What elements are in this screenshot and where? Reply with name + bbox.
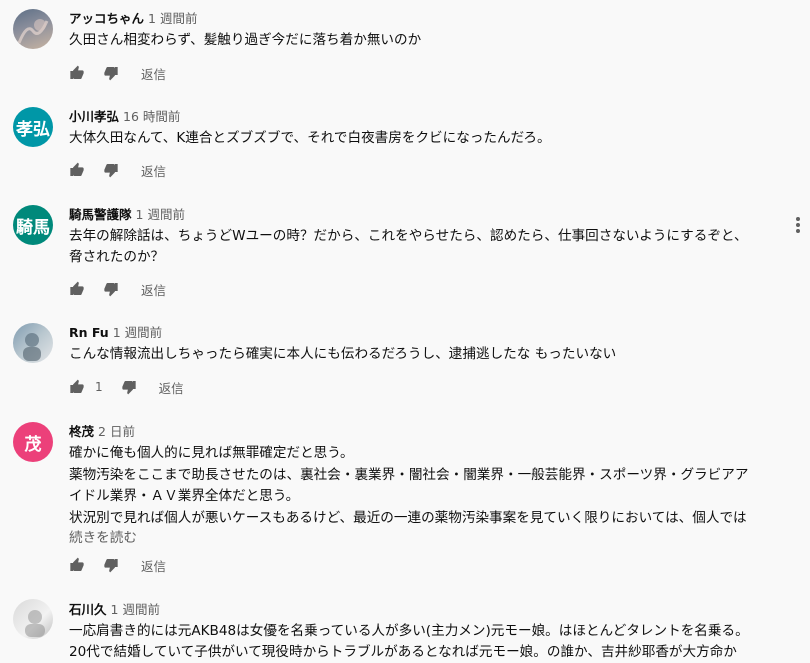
avatar[interactable] [13,9,53,49]
avatar[interactable] [13,599,53,639]
comment-line: 去年の解除話は、ちょうどWユーの時？だから、これをやらせたら、認めたら、仕事回さ… [69,228,748,244]
thumb-down-icon[interactable] [103,281,119,297]
comment-author[interactable]: 騎馬警護隊 [69,207,132,222]
avatar-photo-icon [17,19,49,44]
thumb-up-icon[interactable] [69,162,85,178]
thumb-down-icon[interactable] [103,162,119,178]
comment-time[interactable]: 1 週間前 [113,325,162,340]
comment-header: 騎馬警護隊 1 週間前 [69,204,185,223]
read-more-link[interactable]: 続きを読む [69,526,137,546]
avatar-photo-icon [25,610,45,637]
reply-button[interactable]: 返信 [141,64,166,83]
reply-button[interactable]: 返信 [141,280,166,299]
avatar[interactable]: 茂 [13,422,53,462]
comment-text: 確かに俺も個人的に見れば無罪確定だと思う。 薬物汚染をここまで助長させたのは、裏… [69,443,769,529]
comment-actions: 返信 [69,160,166,180]
comment-line: 久田さん相変わらず、髪触り過ぎ今だに落ち着か無いのか [69,32,422,48]
avatar-initials: 茂 [24,434,42,455]
comment-line: 一応肩書き的には元AKB48は女優を名乗っている人が多い(主力メン)元モー娘。は… [69,623,749,639]
comment-text: 大体久田なんて、K連合とズブズブで、それで白夜書房をクビになったんだろ。 [69,128,769,149]
comment-author[interactable]: 柊茂 [69,424,94,439]
comment-time[interactable]: 1 週間前 [136,207,185,222]
comment-line: 薬物汚染をここまで助長させたのは、裏社会・裏業界・闇社会・闇業界・一般芸能界・ス… [69,466,749,483]
reply-button[interactable]: 返信 [141,556,166,575]
thumb-down-icon[interactable] [103,557,119,573]
comment-text: 久田さん相変わらず、髪触り過ぎ今だに落ち着か無いのか [69,30,769,51]
comment-text: 一応肩書き的には元AKB48は女優を名乗っている人が多い(主力メン)元モー娘。は… [69,621,769,663]
comment-author[interactable]: アッコちゃん [69,11,144,26]
comment-line: こんな情報流出しちゃったら確実に本人にも伝わるだろうし、逮捕逃したな もったいな… [69,346,617,362]
comment-actions: 返信 [69,63,166,83]
comment-header: 柊茂 2 日前 [69,421,135,440]
thumb-down-icon[interactable] [121,379,137,395]
thumb-up-icon[interactable] [69,65,85,81]
thumb-up-icon[interactable] [69,557,85,573]
comment-author[interactable]: 小川孝弘 [69,109,119,124]
reply-button[interactable]: 返信 [141,161,166,180]
thumb-down-icon[interactable] [103,65,119,81]
comment-author[interactable]: Rn Fu [69,325,109,340]
comment-header: 石川久 1 週間前 [69,599,160,618]
thumb-up-icon[interactable] [69,281,85,297]
comment-line: 確かに俺も個人的に見れば無罪確定だと思う。 [69,445,354,461]
comment-actions: 1 返信 [69,377,184,397]
comment-header: アッコちゃん 1 週間前 [69,8,197,27]
comment-actions: 返信 [69,279,166,299]
comment-time[interactable]: 2 日前 [98,424,135,439]
comment-header: 小川孝弘 16 時間前 [69,106,180,125]
comment-time[interactable]: 1 週間前 [111,602,160,617]
avatar-photo-icon [23,333,41,361]
avatar[interactable] [13,323,53,363]
avatar-initials: 騎馬 [16,217,50,238]
comment-line: イドル業界・ＡＶ業界全体だと思う。 [69,488,300,504]
comment-line: 状況別で見れば個人が悪いケースもあるけど、最近の一連の薬物汚染事案を見ていく限り… [69,509,747,526]
comment-line: 20代で結婚していて子供がいて現役時からトラブルがあるとなれば元モー娘。の誰か、… [69,644,737,660]
comment-line: 脅されたのか？ [69,249,165,265]
avatar[interactable]: 孝弘 [13,107,53,147]
comment-author[interactable]: 石川久 [69,602,107,617]
like-count: 1 [95,380,103,394]
thumb-up-icon[interactable] [69,379,85,395]
comment-time[interactable]: 1 週間前 [148,11,197,26]
avatar-initials: 孝弘 [16,119,50,140]
comment-text: こんな情報流出しちゃったら確実に本人にも伝わるだろうし、逮捕逃したな もったいな… [69,344,769,365]
comment-actions: 返信 [69,555,166,575]
comment-line: 大体久田なんて、K連合とズブズブで、それで白夜書房をクビになったんだろ。 [69,130,551,146]
avatar[interactable]: 騎馬 [13,205,53,245]
more-vert-icon[interactable] [792,215,804,235]
reply-button[interactable]: 返信 [159,378,184,397]
comment-header: Rn Fu 1 週間前 [69,322,162,341]
comment-time[interactable]: 16 時間前 [123,109,180,124]
comment-text: 去年の解除話は、ちょうどWユーの時？だから、これをやらせたら、認めたら、仕事回さ… [69,226,769,268]
